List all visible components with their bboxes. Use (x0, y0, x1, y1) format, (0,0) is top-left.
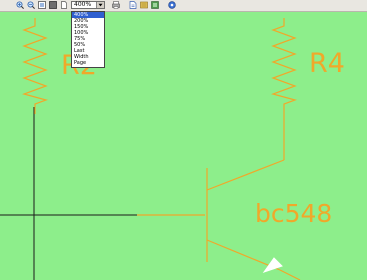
label-transistor: bc548 (255, 199, 333, 228)
collector-lead (206, 159, 285, 191)
zoom-dropdown-list[interactable]: 400% 200% 150% 100% 75% 50% Last Width P… (71, 11, 105, 68)
page-setup-icon[interactable] (140, 1, 148, 9)
chevron-down-icon[interactable] (96, 2, 104, 8)
zoom-option[interactable]: Page (72, 60, 104, 66)
toolbar: 400% (0, 0, 367, 12)
export-icon[interactable] (129, 1, 137, 9)
page-view-icon[interactable] (49, 1, 57, 9)
wires (0, 107, 137, 280)
zoom-value: 400% (74, 1, 92, 8)
emitter-continuation (279, 269, 301, 280)
zoom-fit-icon[interactable] (38, 1, 46, 9)
resistor-r4[interactable] (271, 18, 297, 160)
new-page-icon[interactable] (60, 1, 68, 9)
layers-icon[interactable] (151, 1, 159, 9)
zoom-out-icon[interactable] (27, 1, 35, 9)
help-icon[interactable] (168, 1, 176, 9)
resistor-r2[interactable] (22, 18, 48, 114)
print-icon[interactable] (112, 1, 120, 9)
zoom-in-icon[interactable] (16, 1, 24, 9)
label-r4: R4 (309, 48, 345, 79)
zoom-select[interactable]: 400% (71, 1, 105, 9)
